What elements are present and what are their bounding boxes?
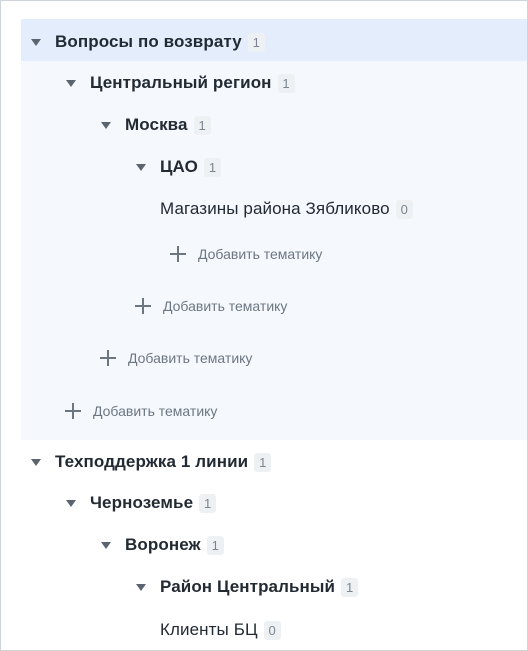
- add-topic-button-district[interactable]: Добавить тематику: [170, 243, 322, 265]
- count-badge: 1: [206, 535, 224, 555]
- count-badge: 1: [204, 157, 221, 177]
- tree-node-label: Черноземье: [90, 493, 194, 512]
- tree-node-leaf-2[interactable]: Клиенты БЦ 0: [160, 618, 281, 642]
- count-badge: 1: [341, 577, 359, 597]
- count-badge: 1: [254, 452, 272, 472]
- tree-node-city-2[interactable]: Воронеж 1: [101, 533, 224, 557]
- plus-icon: [65, 403, 81, 419]
- plus-icon: [135, 298, 151, 314]
- tree-node-label: Центральный регион: [90, 73, 272, 92]
- add-topic-label: Добавить тематику: [163, 298, 288, 314]
- add-topic-label: Добавить тематику: [128, 350, 253, 366]
- tree-node-label: Магазины района Зябликово: [160, 199, 390, 218]
- tree-node-region-2[interactable]: Черноземье 1: [66, 491, 217, 515]
- count-badge: 1: [199, 493, 217, 513]
- tree-node-region-1[interactable]: Центральный регион 1: [66, 71, 295, 95]
- tree-node-district-1[interactable]: ЦАО 1: [136, 155, 221, 179]
- tree-node-label: Вопросы по возврату: [55, 32, 242, 51]
- tree-node-group-2[interactable]: Техподдержка 1 линии 1: [31, 450, 272, 474]
- count-badge: 1: [193, 115, 211, 135]
- caret-down-icon[interactable]: [66, 500, 76, 507]
- tree-node-label: ЦАО: [160, 157, 198, 176]
- add-topic-label: Добавить тематику: [198, 246, 323, 262]
- tree-node-leaf-1[interactable]: Магазины района Зябликово 0: [160, 197, 413, 221]
- count-badge: 1: [247, 32, 265, 52]
- tree-node-label: Техподдержка 1 линии: [55, 452, 249, 471]
- add-topic-button-city[interactable]: Добавить тематику: [135, 295, 287, 317]
- tree-node-label: Воронеж: [125, 535, 201, 554]
- plus-icon: [100, 350, 116, 366]
- tree-node-label: Район Центральный: [160, 577, 336, 596]
- caret-down-icon[interactable]: [101, 542, 111, 549]
- count-badge: 0: [263, 620, 281, 640]
- count-badge: 0: [395, 199, 413, 219]
- caret-down-icon[interactable]: [31, 459, 41, 466]
- caret-down-icon[interactable]: [66, 80, 76, 87]
- tree-node-city-1[interactable]: Москва 1: [101, 113, 211, 137]
- tree-node-group-1[interactable]: Вопросы по возврату 1: [31, 30, 265, 54]
- caret-down-icon[interactable]: [136, 584, 146, 591]
- plus-icon: [170, 246, 186, 262]
- caret-down-icon[interactable]: [136, 164, 146, 171]
- caret-down-icon[interactable]: [31, 39, 41, 46]
- tree-node-district-2[interactable]: Район Центральный 1: [136, 575, 359, 599]
- tree-node-label: Москва: [125, 115, 188, 134]
- topic-tree-panel: Вопросы по возврату 1 Центральный регион…: [0, 0, 528, 651]
- add-topic-button-region[interactable]: Добавить тематику: [100, 347, 252, 369]
- count-badge: 1: [277, 73, 295, 93]
- add-topic-button-group[interactable]: Добавить тематику: [65, 400, 217, 422]
- tree-node-label: Клиенты БЦ: [160, 620, 258, 639]
- add-topic-label: Добавить тематику: [93, 403, 218, 419]
- caret-down-icon[interactable]: [101, 122, 111, 129]
